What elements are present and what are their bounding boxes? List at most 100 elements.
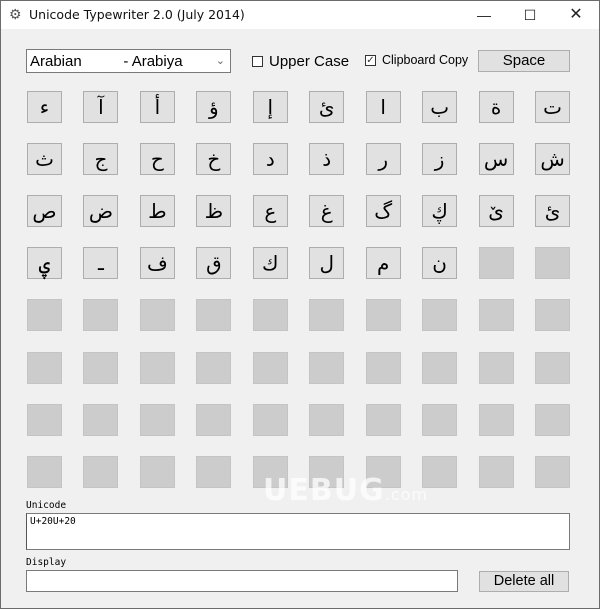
character-key[interactable]: خ xyxy=(196,143,232,176)
empty-key[interactable] xyxy=(27,299,62,332)
character-key[interactable]: ب xyxy=(422,91,458,123)
character-key[interactable]: ىٔ xyxy=(535,195,571,228)
character-key[interactable]: ط xyxy=(139,195,175,228)
empty-key[interactable] xyxy=(196,403,232,436)
upper-case-checkbox-box[interactable] xyxy=(252,56,263,67)
empty-key[interactable] xyxy=(139,403,175,436)
empty-key[interactable] xyxy=(83,299,119,332)
empty-key[interactable] xyxy=(252,351,288,384)
empty-key[interactable] xyxy=(422,351,458,384)
character-key[interactable]: ف xyxy=(139,247,175,280)
empty-key[interactable] xyxy=(139,351,175,384)
empty-key[interactable] xyxy=(422,403,458,436)
empty-key[interactable] xyxy=(83,455,119,488)
close-button[interactable]: ✕ xyxy=(553,1,599,29)
empty-key[interactable] xyxy=(365,299,401,332)
character-key[interactable]: د xyxy=(252,143,288,176)
empty-key[interactable] xyxy=(478,351,514,384)
unicode-textarea[interactable]: U+20U+20 xyxy=(26,513,570,550)
character-key[interactable]: ج xyxy=(83,143,119,176)
empty-key[interactable] xyxy=(309,299,345,332)
character-key[interactable]: ء xyxy=(27,91,62,123)
character-key[interactable]: ـ xyxy=(83,247,119,280)
character-key[interactable]: ؤ xyxy=(196,91,232,123)
character-key[interactable]: ش xyxy=(535,143,571,176)
character-key[interactable]: ئ xyxy=(309,91,345,123)
character-key[interactable]: م xyxy=(365,247,401,280)
clipboard-copy-checkbox-box[interactable]: ✓ xyxy=(365,54,376,66)
clipboard-copy-checkbox[interactable]: ✓ Clipboard Copy xyxy=(365,53,468,67)
character-key[interactable]: ع xyxy=(252,195,288,228)
character-key[interactable]: ق xyxy=(196,247,232,280)
maximize-button[interactable]: ☐ xyxy=(507,1,553,29)
character-key[interactable]: ص xyxy=(27,195,62,228)
character-key[interactable]: س xyxy=(478,143,514,176)
character-key[interactable]: آ xyxy=(83,91,119,123)
character-key[interactable]: ا xyxy=(365,91,401,123)
title-bar: ⚙ Unicode Typewriter 2.0 (July 2014) — ☐… xyxy=(1,1,599,29)
empty-key[interactable] xyxy=(478,247,514,280)
character-key[interactable]: ت xyxy=(535,91,571,123)
empty-key[interactable] xyxy=(535,455,571,488)
character-key[interactable]: ث xyxy=(27,143,62,176)
upper-case-label: Upper Case xyxy=(269,53,350,70)
unicode-label: Unicode xyxy=(26,500,67,511)
empty-key[interactable] xyxy=(252,299,288,332)
empty-key[interactable] xyxy=(478,455,514,488)
watermark: UEBUG.com xyxy=(263,473,428,508)
empty-key[interactable] xyxy=(535,247,571,280)
empty-key[interactable] xyxy=(27,351,62,384)
empty-key[interactable] xyxy=(252,403,288,436)
empty-key[interactable] xyxy=(309,351,345,384)
character-key[interactable]: ر xyxy=(365,143,401,176)
empty-key[interactable] xyxy=(478,299,514,332)
minimize-button[interactable]: — xyxy=(461,1,507,29)
character-key[interactable]: ك xyxy=(252,247,288,280)
watermark-suffix: .com xyxy=(384,485,428,504)
character-key[interactable]: إ xyxy=(252,91,288,123)
character-key[interactable]: ڮ xyxy=(422,195,458,228)
empty-key[interactable] xyxy=(83,351,119,384)
empty-key[interactable] xyxy=(309,403,345,436)
empty-key[interactable] xyxy=(422,299,458,332)
empty-key[interactable] xyxy=(478,403,514,436)
character-key[interactable]: ۑ xyxy=(27,247,62,280)
empty-key[interactable] xyxy=(535,351,571,384)
empty-key[interactable] xyxy=(196,455,232,488)
empty-key[interactable] xyxy=(196,299,232,332)
space-button[interactable]: Space xyxy=(478,50,570,72)
character-key[interactable]: ض xyxy=(83,195,119,228)
upper-case-checkbox[interactable]: Upper Case xyxy=(252,53,349,70)
delete-all-button[interactable]: Delete all xyxy=(479,571,569,592)
character-key[interactable]: گ xyxy=(365,195,401,228)
empty-key[interactable] xyxy=(365,351,401,384)
app-window: ⚙ Unicode Typewriter 2.0 (July 2014) — ☐… xyxy=(0,0,600,609)
clipboard-copy-label: Clipboard Copy xyxy=(382,53,469,67)
character-key[interactable]: ح xyxy=(139,143,175,176)
character-key[interactable]: ێ xyxy=(478,195,514,228)
empty-key[interactable] xyxy=(365,403,401,436)
language-select[interactable]: Arabian - Arabiya ⌄ xyxy=(26,49,231,73)
character-key[interactable]: ز xyxy=(422,143,458,176)
character-key[interactable]: ل xyxy=(309,247,345,280)
character-key[interactable]: ن xyxy=(422,247,458,280)
empty-key[interactable] xyxy=(139,299,175,332)
app-gear-icon: ⚙ xyxy=(9,6,22,22)
empty-key[interactable] xyxy=(27,455,62,488)
display-input[interactable] xyxy=(26,570,458,592)
character-key[interactable]: ذ xyxy=(309,143,345,176)
character-key[interactable]: غ xyxy=(309,195,345,228)
language-select-value: Arabian - Arabiya xyxy=(30,53,183,70)
empty-key[interactable] xyxy=(83,403,119,436)
chevron-down-icon[interactable]: ⌄ xyxy=(216,54,225,67)
empty-key[interactable] xyxy=(27,403,62,436)
empty-key[interactable] xyxy=(535,403,571,436)
window-title: Unicode Typewriter 2.0 (July 2014) xyxy=(29,7,245,22)
watermark-main: UEBUG xyxy=(263,473,385,508)
empty-key[interactable] xyxy=(196,351,232,384)
empty-key[interactable] xyxy=(535,299,571,332)
empty-key[interactable] xyxy=(139,455,175,488)
character-key[interactable]: ظ xyxy=(196,195,232,228)
character-key[interactable]: ة xyxy=(478,91,514,123)
character-key[interactable]: أ xyxy=(139,91,175,123)
